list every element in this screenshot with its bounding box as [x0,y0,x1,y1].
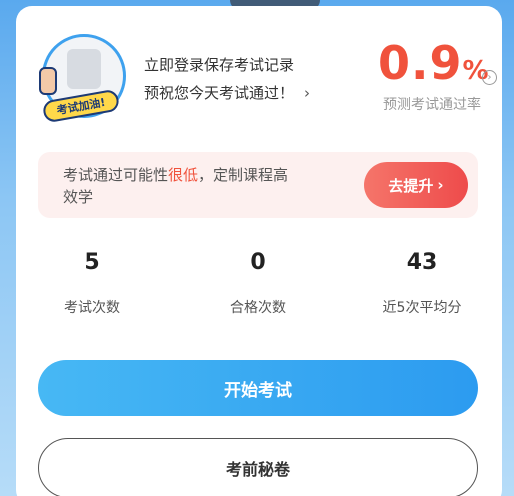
stat-label: 合格次数 [230,300,286,316]
promo-text-highlight: 很低 [168,166,199,184]
stat-exam-count: 5 考试次数 [62,250,122,317]
stat-value: 5 [84,250,100,275]
pass-rate-value: 0.9 [378,36,463,90]
chevron-right-icon: › [437,176,444,194]
login-subtitle-text: 预祝您今天考试通过！ [144,84,295,102]
promo-text-before: 考试通过可能性 [63,166,169,184]
exam-card: 考试加油! 立即登录保存考试记录 预祝您今天考试通过！ › 0.9% › 预测考试… [16,6,502,496]
pass-rate: 0.9% [378,36,489,90]
improve-banner-text: 考试通过可能性很低，定制课程高效学 [63,164,303,208]
avatar-placeholder-icon [67,49,101,89]
stat-label: 考试次数 [64,300,120,316]
improve-button[interactable]: 去提升 › [364,162,468,208]
stat-value: 43 [406,250,438,275]
login-title[interactable]: 立即登录保存考试记录 [144,54,294,75]
pass-rate-label: 预测考试通过率 [383,97,481,113]
fist-icon [39,67,57,95]
start-exam-button[interactable]: 开始考试 [38,360,478,416]
improve-banner: 考试通过可能性很低，定制课程高效学 去提升 › [38,152,478,218]
stat-pass-count: 0 合格次数 [216,250,300,317]
stat-label: 近5次平均分 [382,300,462,316]
chevron-right-icon: › [304,84,311,102]
improve-button-label: 去提升 [388,176,434,195]
secret-paper-button[interactable]: 考前秘卷 [38,438,478,496]
pass-rate-info-icon[interactable]: › [482,70,497,85]
stat-value: 0 [250,250,266,275]
login-subtitle[interactable]: 预祝您今天考试通过！ › [144,82,310,103]
stat-average-score: 43 近5次平均分 [370,250,474,317]
avatar[interactable]: 考试加油! [39,34,126,124]
